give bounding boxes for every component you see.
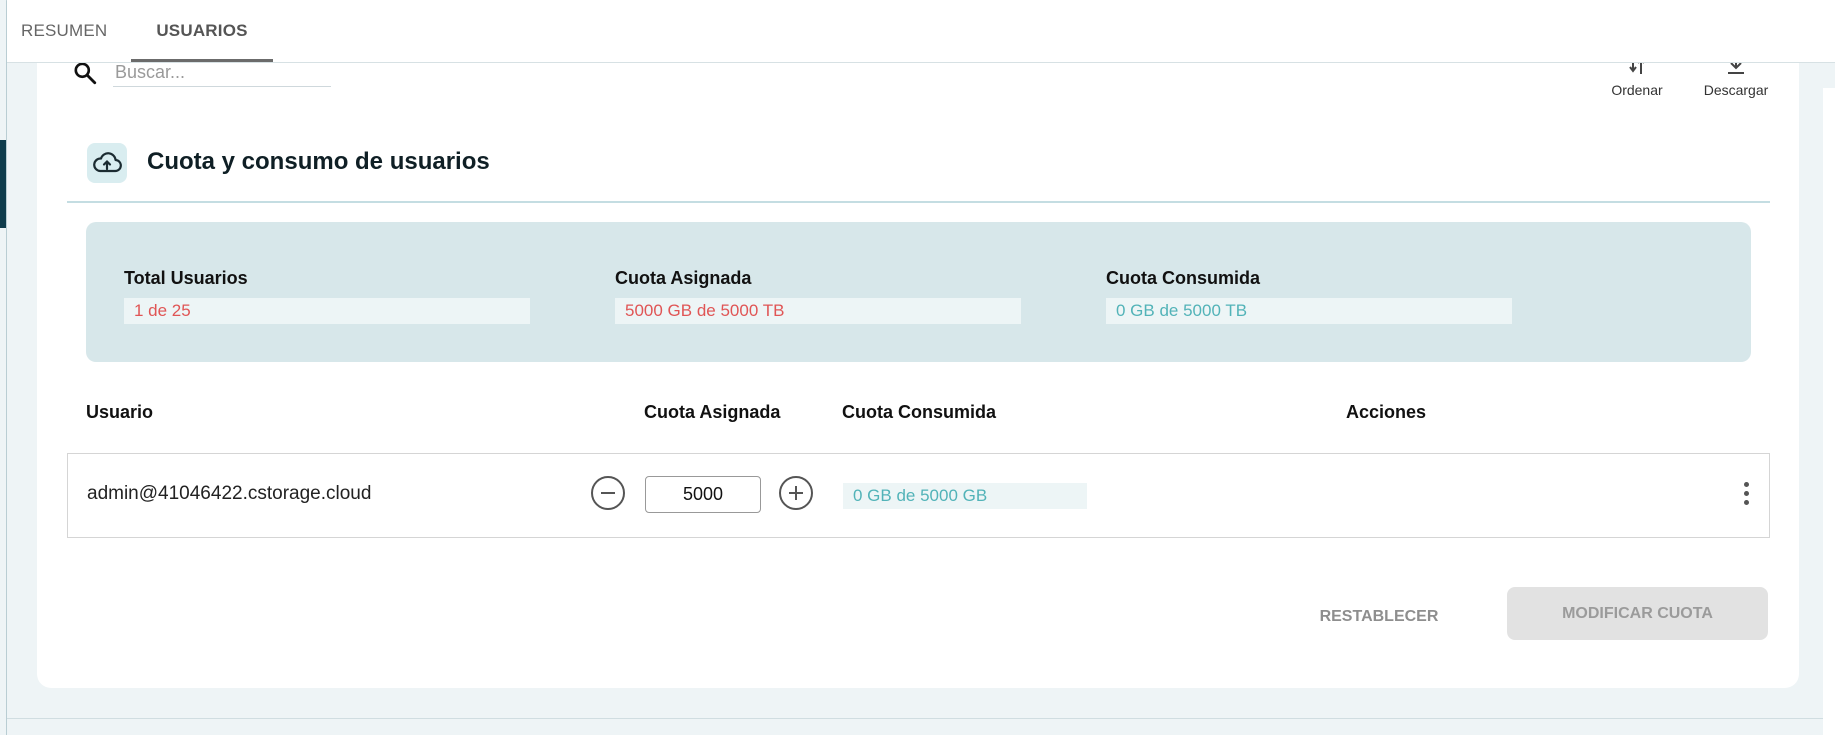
summary-value: 5000 GB de 5000 TB	[615, 298, 1021, 324]
row-actions-menu-icon[interactable]	[1743, 482, 1749, 506]
column-header-consumed: Cuota Consumida	[842, 402, 997, 422]
summary-label: Cuota Consumida	[1106, 268, 1261, 288]
column-header-actions: Acciones	[1346, 402, 1427, 422]
increase-quota-button[interactable]	[779, 476, 813, 510]
column-header-assigned: Cuota Asignada	[644, 402, 781, 422]
table-row: admin@41046422.cstorage.cloud 0 GB de 50…	[67, 453, 1770, 538]
section-icon-badge	[87, 143, 127, 183]
decrease-quota-button[interactable]	[591, 476, 625, 510]
cloud-upload-icon	[93, 152, 122, 173]
sort-label: Ordenar	[1611, 82, 1663, 98]
tab-resumen[interactable]: RESUMEN	[21, 0, 121, 62]
search-icon	[74, 62, 97, 85]
row-consumed-quota: 0 GB de 5000 GB	[843, 483, 1087, 509]
summary-label: Cuota Asignada	[615, 268, 752, 288]
summary-total-users: Total Usuarios 1 de 25	[124, 268, 530, 324]
download-label: Descargar	[1703, 82, 1769, 98]
summary-value: 1 de 25	[124, 298, 530, 324]
modify-quota-button[interactable]: MODIFICAR CUOTA	[1507, 587, 1768, 640]
row-user-email: admin@41046422.cstorage.cloud	[87, 483, 372, 504]
column-header-user: Usuario	[86, 402, 154, 422]
tab-bar: RESUMEN USUARIOS	[7, 0, 1835, 63]
summary-consumed-quota: Cuota Consumida 0 GB de 5000 TB	[1106, 268, 1512, 324]
page-divider	[7, 718, 1835, 719]
section-title: Cuota y consumo de usuarios	[147, 148, 490, 175]
side-nav-handle[interactable]	[0, 140, 6, 228]
summary-value: 0 GB de 5000 TB	[1106, 298, 1512, 324]
quota-summary-panel: Total Usuarios 1 de 25 Cuota Asignada 50…	[86, 222, 1751, 362]
scrollbar[interactable]	[1823, 88, 1835, 735]
section-divider	[67, 201, 1770, 203]
tab-usuarios[interactable]: USUARIOS	[131, 0, 273, 62]
summary-assigned-quota: Cuota Asignada 5000 GB de 5000 TB	[615, 268, 1021, 324]
reset-button[interactable]: RESTABLECER	[1300, 592, 1458, 642]
quota-input[interactable]	[645, 476, 761, 513]
summary-label: Total Usuarios	[124, 268, 248, 288]
